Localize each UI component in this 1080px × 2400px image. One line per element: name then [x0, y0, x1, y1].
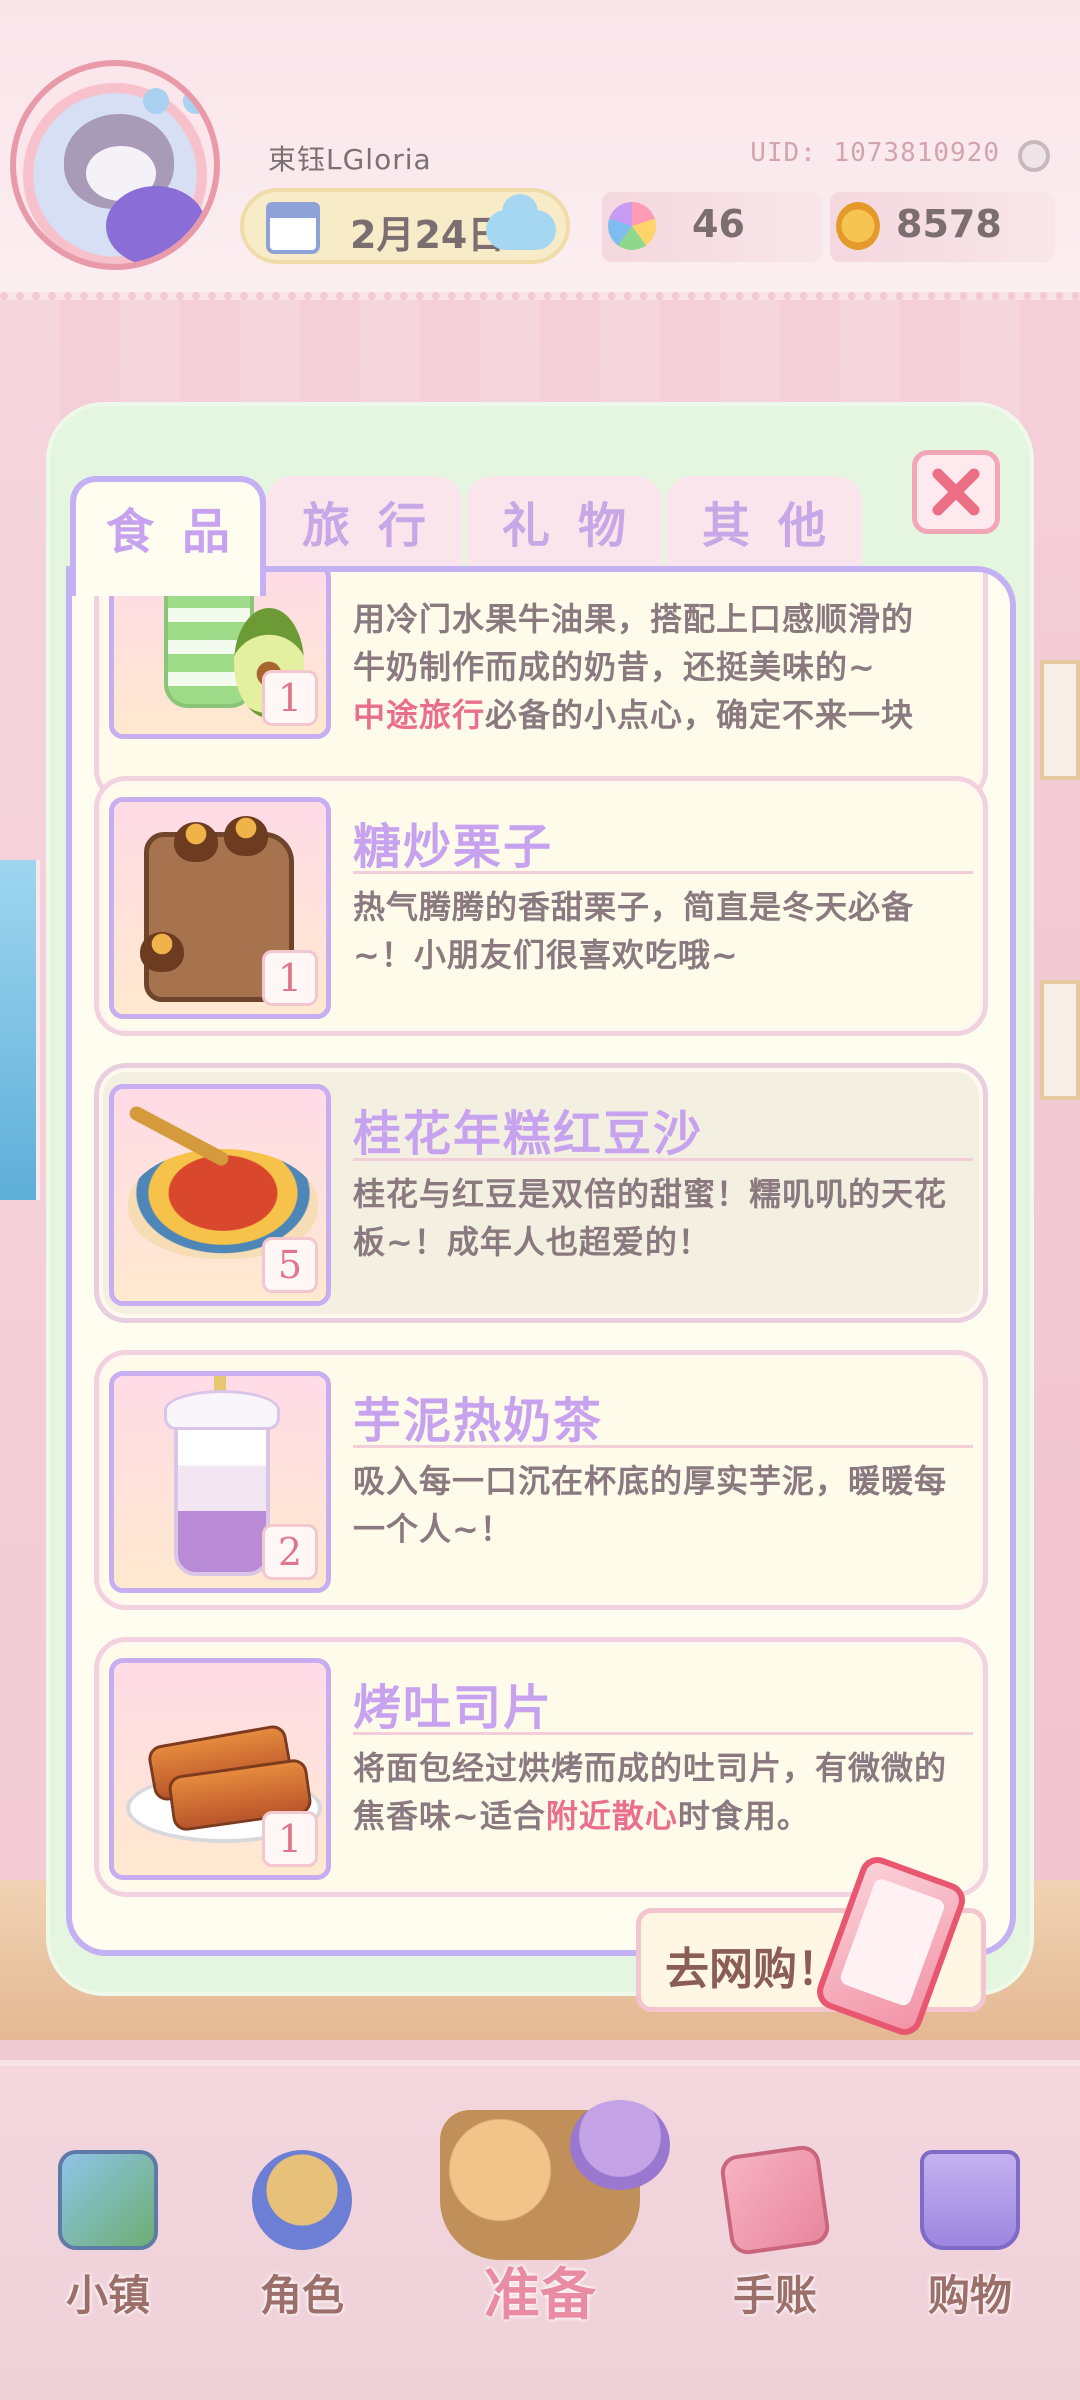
background-picture-frame	[1040, 660, 1080, 780]
nav-label: 角色	[259, 2271, 344, 2320]
go-shopping-label: 去网购！	[665, 1944, 841, 1995]
close-icon	[932, 468, 980, 516]
item-thumbnail: 2	[109, 1371, 331, 1593]
list-item-osmanthus-rice-cake[interactable]: 5 桂花年糕红豆沙 桂花与红豆是双倍的甜蜜！糯叽叽的天花板~！成年人也超爱的！	[94, 1063, 988, 1323]
top-status-bar: 束钰LGloria UID: 1073810920 2月24日 46 8578	[0, 0, 1080, 300]
item-description: 用冷门水果牛油果，搭配上口感顺滑的 牛奶制作而成的奶昔，还挺美味的~ 中途旅行必…	[353, 595, 973, 739]
nav-label: 手账	[732, 2271, 817, 2320]
current-date: 2月24日	[350, 213, 506, 257]
item-description: 热气腾腾的香甜栗子，简直是冬天必备~！小朋友们很喜欢吃哦~	[353, 888, 915, 974]
title-divider	[353, 1732, 973, 1735]
item-description: 将面包经过烘烤而成的吐司片，有微微的焦香味~适合附近散心时食用。	[353, 1744, 973, 1840]
hat-icon	[570, 2100, 670, 2190]
rainbow-flower-icon	[608, 202, 656, 250]
item-thumbnail: 5	[109, 1084, 331, 1306]
chestnut-image	[224, 816, 268, 856]
nav-label: 购物	[927, 2271, 1012, 2320]
title-divider	[353, 1445, 973, 1448]
chestnut-image	[174, 822, 218, 862]
item-quantity: 5	[262, 1237, 318, 1293]
player-name: 束钰LGloria	[268, 143, 432, 176]
item-description-highlight: 附近散心	[545, 1797, 678, 1835]
item-description-line: 必备的小点心，确定不来一块	[485, 696, 915, 734]
nav-shopping[interactable]: 购物	[895, 2130, 1045, 2330]
item-description-highlight: 中途旅行	[353, 696, 486, 734]
nav-label: 准备	[484, 2263, 596, 2328]
nav-prepare[interactable]: 准备	[390, 2070, 690, 2350]
item-list-panel[interactable]: 1 用冷门水果牛油果，搭配上口感顺滑的 牛奶制作而成的奶昔，还挺美味的~ 中途旅…	[66, 566, 1016, 1956]
player-uid: UID: 1073810920	[750, 138, 1000, 168]
avatar-bow	[136, 76, 214, 126]
character-icon	[252, 2150, 352, 2250]
list-item-taro-milk-tea[interactable]: 2 芋泥热奶茶 吸入每一口沉在杯底的厚实芋泥，暖暖每一个人~！	[94, 1350, 988, 1610]
background-picture-frame	[1040, 980, 1080, 1100]
title-divider	[353, 871, 973, 874]
background-window	[0, 860, 40, 1200]
item-title: 糖炒栗子	[353, 819, 554, 875]
item-quantity: 2	[262, 1524, 318, 1580]
coins-counter[interactable]: 8578	[830, 192, 1055, 262]
coin-icon	[836, 202, 880, 250]
diary-icon	[718, 2143, 832, 2257]
item-thumbnail: 1	[109, 797, 331, 1019]
item-quantity: 1	[262, 950, 318, 1006]
item-quantity: 1	[262, 1811, 318, 1867]
list-item-candied-chestnuts[interactable]: 1 糖炒栗子 热气腾腾的香甜栗子，简直是冬天必备~！小朋友们很喜欢吃哦~	[94, 776, 988, 1036]
copy-uid-icon[interactable]	[1018, 140, 1050, 172]
item-description-line: 牛奶制作而成的奶昔，还挺美味的~	[353, 648, 876, 686]
avatar-cat-body	[106, 186, 206, 264]
cream-lid-image	[164, 1390, 280, 1430]
item-thumbnail: 1	[109, 572, 331, 739]
close-button[interactable]	[912, 450, 1000, 534]
title-divider	[353, 1158, 973, 1161]
shopping-bag-icon	[920, 2150, 1020, 2250]
coins-value: 8578	[896, 202, 1002, 246]
item-thumbnail: 1	[109, 1658, 331, 1880]
item-title: 桂花年糕红豆沙	[353, 1106, 704, 1162]
chestnut-image	[140, 932, 184, 972]
date-display[interactable]: 2月24日	[240, 188, 570, 264]
nav-diary[interactable]: 手账	[700, 2130, 850, 2330]
item-description: 桂花与红豆是双倍的甜蜜！糯叽叽的天花板~！成年人也超爱的！	[353, 1175, 948, 1261]
item-description: 吸入每一口沉在杯底的厚实芋泥，暖暖每一个人~！	[353, 1462, 948, 1548]
item-title: 烤吐司片	[353, 1680, 554, 1736]
nav-character[interactable]: 角色	[227, 2130, 377, 2330]
tab-food[interactable]: 食品	[70, 476, 266, 596]
player-avatar[interactable]	[10, 60, 220, 270]
item-list: 1 用冷门水果牛油果，搭配上口感顺滑的 牛奶制作而成的奶昔，还挺美味的~ 中途旅…	[72, 572, 1010, 1950]
calendar-icon	[266, 202, 320, 254]
item-description-line: 用冷门水果牛油果，搭配上口感顺滑的	[353, 600, 915, 638]
nav-town[interactable]: 小镇	[33, 2130, 183, 2330]
list-item-avocado-shake[interactable]: 1 用冷门水果牛油果，搭配上口感顺滑的 牛奶制作而成的奶昔，还挺美味的~ 中途旅…	[94, 572, 988, 802]
map-icon	[58, 2150, 158, 2250]
milk-tea-cup-image	[174, 1416, 270, 1576]
gems-counter[interactable]: 46	[602, 192, 822, 262]
item-description-line: 时食用。	[677, 1797, 810, 1835]
item-title: 芋泥热奶茶	[353, 1393, 604, 1449]
item-quantity: 1	[262, 670, 318, 726]
weather-cloud-icon	[486, 194, 556, 250]
nav-label: 小镇	[65, 2271, 150, 2320]
list-item-toast[interactable]: 1 烤吐司片 将面包经过烘烤而成的吐司片，有微微的焦香味~适合附近散心时食用。	[94, 1637, 988, 1897]
gems-value: 46	[692, 202, 745, 246]
